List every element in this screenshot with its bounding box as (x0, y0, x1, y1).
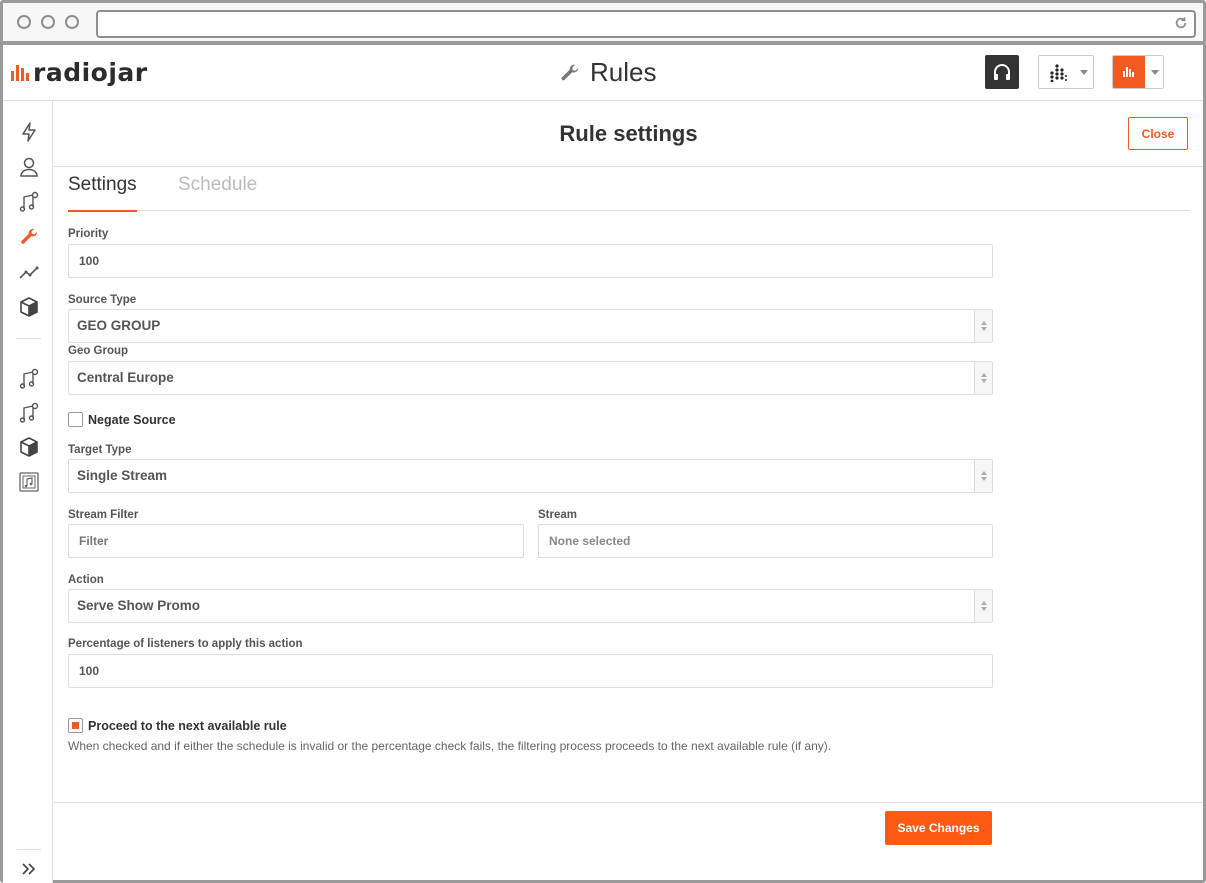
select-arrows-icon (974, 362, 992, 394)
box-icon[interactable] (18, 436, 40, 458)
double-chevron-right-icon[interactable] (18, 858, 40, 880)
page-title: Rules (590, 57, 657, 87)
user-avatar-icon (1123, 67, 1134, 77)
avatar (1113, 56, 1145, 88)
save-changes-button[interactable]: Save Changes (885, 811, 992, 845)
window-close-dot[interactable] (17, 15, 31, 29)
geo-group-label: Geo Group (68, 345, 129, 357)
headphones-icon (994, 64, 1010, 80)
proceed-label[interactable]: Proceed to the next available rule (88, 719, 287, 733)
browser-toolbar (3, 3, 1203, 45)
sidebar-divider (17, 849, 41, 850)
geo-group-select[interactable]: Central Europe (68, 361, 993, 395)
player-button[interactable] (985, 55, 1019, 89)
priority-input[interactable]: 100 (68, 244, 993, 278)
stream-filter-label: Stream Filter (68, 509, 139, 521)
stream-filter-input[interactable] (68, 524, 524, 558)
source-type-value: GEO GROUP (77, 318, 161, 333)
page-title-group: Rules (559, 57, 656, 88)
tab-schedule[interactable]: Schedule (178, 173, 257, 211)
negate-source-checkbox[interactable] (68, 412, 83, 427)
target-type-value: Single Stream (77, 468, 168, 483)
lightning-icon[interactable] (18, 121, 40, 143)
source-type-label: Source Type (68, 294, 137, 306)
priority-label: Priority (68, 228, 109, 240)
stream-label: Stream (538, 509, 577, 521)
address-bar[interactable] (96, 10, 1196, 38)
app-header: radiojar Rules (3, 49, 1203, 101)
select-arrows-icon (974, 310, 992, 342)
logo-bars-icon (11, 65, 29, 81)
chevron-down-icon (1151, 70, 1159, 75)
action-select[interactable]: Serve Show Promo (68, 589, 993, 623)
radiojar-logo[interactable]: radiojar (11, 57, 148, 87)
geo-group-value: Central Europe (77, 370, 174, 385)
reload-icon[interactable] (1174, 16, 1188, 30)
music-note-icon[interactable] (18, 191, 40, 213)
action-value: Serve Show Promo (77, 598, 201, 613)
close-button[interactable]: Close (1128, 117, 1188, 150)
stations-dropdown[interactable] (1038, 55, 1094, 89)
rule-settings-panel: Rule settings Close Settings Schedule Pr… (54, 101, 1203, 883)
user-menu-dropdown[interactable] (1112, 55, 1164, 89)
sidebar-divider (17, 338, 41, 339)
negate-source-label[interactable]: Negate Source (88, 413, 176, 427)
wrench-icon[interactable] (18, 226, 40, 248)
music-note-icon[interactable] (18, 402, 40, 424)
percentage-input[interactable]: 100 (68, 654, 993, 688)
source-type-select[interactable]: GEO GROUP (68, 309, 993, 343)
percentage-label: Percentage of listeners to apply this ac… (68, 638, 303, 650)
window-minimize-dot[interactable] (41, 15, 55, 29)
target-type-select[interactable]: Single Stream (68, 459, 993, 493)
proceed-help-text: When checked and if either the schedule … (68, 739, 832, 753)
sidebar (3, 101, 53, 883)
window-maximize-dot[interactable] (65, 15, 79, 29)
tab-bar: Settings Schedule (68, 173, 1190, 212)
stations-icon (1050, 64, 1067, 82)
chevron-down-icon (1080, 70, 1088, 75)
music-file-icon[interactable] (18, 471, 40, 493)
title-divider (54, 166, 1203, 167)
modal-title: Rule settings (559, 121, 698, 146)
analytics-icon[interactable] (18, 261, 40, 283)
tab-settings[interactable]: Settings (68, 173, 137, 212)
stream-select[interactable]: None selected (538, 524, 993, 558)
music-note-icon[interactable] (18, 368, 40, 390)
select-arrows-icon (974, 460, 992, 492)
logo-text: radiojar (33, 57, 148, 87)
wrench-icon (561, 64, 579, 80)
action-label: Action (68, 574, 104, 586)
target-type-label: Target Type (68, 444, 132, 456)
select-arrows-icon (974, 590, 992, 622)
user-icon[interactable] (18, 156, 40, 178)
box-icon[interactable] (18, 296, 40, 318)
browser-window: radiojar Rules Rule settings Close Setti… (0, 0, 1206, 883)
footer-divider (54, 802, 1203, 803)
proceed-checkbox[interactable] (68, 718, 83, 733)
